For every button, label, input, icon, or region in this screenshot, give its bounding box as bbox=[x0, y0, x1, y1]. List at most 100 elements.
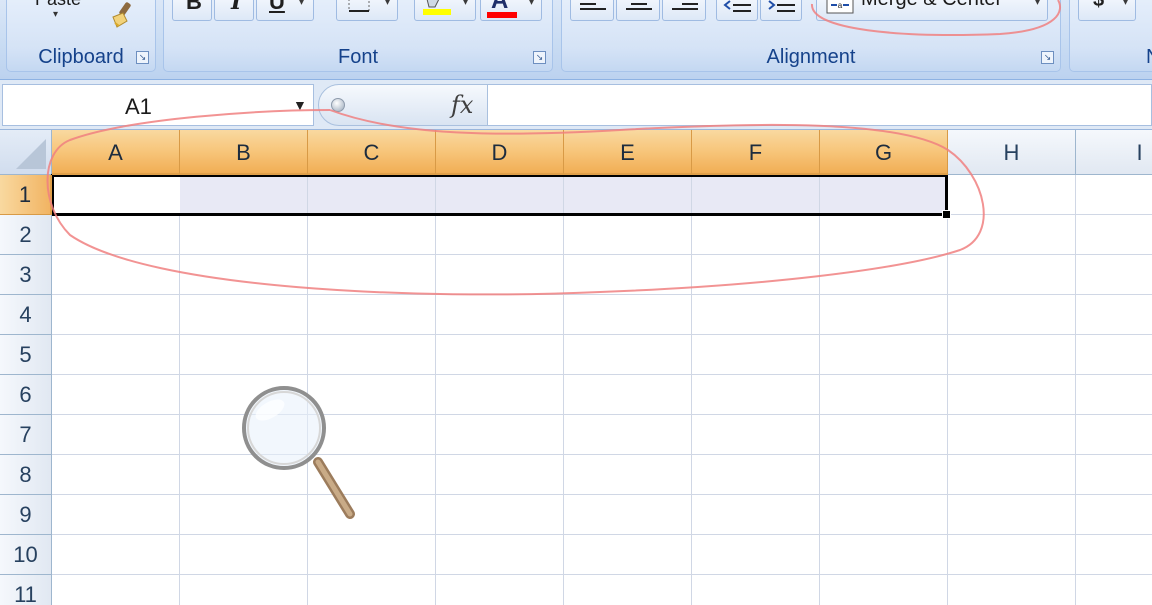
grid-column-line bbox=[691, 175, 692, 605]
column-header-c[interactable]: C bbox=[308, 130, 436, 175]
currency-button[interactable]: $ ▾ bbox=[1078, 0, 1136, 21]
align-right-icon bbox=[672, 3, 698, 10]
grid-column-line bbox=[179, 175, 180, 605]
select-all-triangle-icon bbox=[16, 139, 46, 169]
borders-button[interactable]: ▾ bbox=[336, 0, 398, 21]
grid-column-line bbox=[563, 175, 564, 605]
borders-icon bbox=[348, 0, 370, 12]
underline-button[interactable]: U ▾ bbox=[256, 0, 314, 21]
italic-button[interactable]: I bbox=[214, 0, 254, 21]
formula-bar-controls: fx bbox=[318, 84, 488, 126]
paste-brush-icon bbox=[112, 2, 131, 28]
name-box[interactable]: A1 ▼ bbox=[2, 84, 314, 126]
merge-center-dropdown-icon[interactable]: ▾ bbox=[1035, 0, 1040, 8]
name-box-value: A1 bbox=[125, 94, 152, 119]
underline-dropdown-icon[interactable]: ▾ bbox=[299, 0, 304, 8]
grid-row-line bbox=[52, 534, 1152, 535]
font-color-button[interactable]: A ▾ bbox=[480, 0, 542, 21]
row-header-7[interactable]: 7 bbox=[0, 415, 52, 455]
font-color-dropdown-icon[interactable]: ▾ bbox=[529, 0, 534, 8]
grid-column-line bbox=[435, 175, 436, 605]
grid-row-line bbox=[52, 374, 1152, 375]
ribbon: Paste ▾ Clipboard ↘ B I U ▾ bbox=[0, 0, 1152, 80]
fill-color-dropdown-icon[interactable]: ▾ bbox=[463, 0, 468, 8]
merge-center-button[interactable]: a Merge & Center ▾ bbox=[816, 0, 1048, 21]
font-group-label: Font bbox=[337, 46, 379, 68]
formula-bar: A1 ▼ fx bbox=[0, 80, 1152, 130]
grid-row-line bbox=[52, 294, 1152, 295]
column-header-f[interactable]: F bbox=[692, 130, 820, 175]
row-header-11[interactable]: 11 bbox=[0, 575, 52, 605]
align-center-icon bbox=[626, 3, 652, 10]
svg-text:a: a bbox=[838, 1, 843, 10]
grid-column-line bbox=[307, 175, 308, 605]
fill-color-button[interactable]: ▾ bbox=[414, 0, 476, 21]
grid-column-line bbox=[819, 175, 820, 605]
font-color-bar bbox=[487, 12, 517, 18]
grid-column-line bbox=[1075, 175, 1076, 605]
selection-border bbox=[51, 174, 948, 216]
formula-input[interactable] bbox=[488, 84, 1152, 126]
currency-dropdown-icon[interactable]: ▾ bbox=[1123, 0, 1128, 8]
worksheet-grid[interactable]: A B C D E F G H I 1 2 3 4 5 6 7 8 9 10 1… bbox=[0, 130, 1152, 605]
align-left-icon bbox=[580, 3, 606, 10]
italic-glyph: I bbox=[231, 0, 242, 15]
borders-dropdown-icon[interactable]: ▾ bbox=[385, 0, 390, 8]
fx-icon[interactable]: fx bbox=[451, 91, 473, 119]
select-all-button[interactable] bbox=[0, 130, 52, 175]
column-header-h[interactable]: H bbox=[948, 130, 1076, 175]
underline-glyph: U bbox=[269, 0, 285, 14]
fill-bucket-icon bbox=[423, 0, 451, 15]
paste-button[interactable]: Paste ▾ bbox=[31, 0, 91, 31]
font-launcher-icon[interactable]: ↘ bbox=[533, 51, 546, 64]
fill-handle[interactable] bbox=[942, 210, 951, 219]
row-header-9[interactable]: 9 bbox=[0, 495, 52, 535]
row-header-2[interactable]: 2 bbox=[0, 215, 52, 255]
row-header-10[interactable]: 10 bbox=[0, 535, 52, 575]
row-header-1[interactable]: 1 bbox=[0, 175, 52, 215]
grid-row-line bbox=[52, 254, 1152, 255]
alignment-group-label: Alignment bbox=[766, 46, 856, 68]
column-header-a[interactable]: A bbox=[52, 130, 180, 175]
increase-indent-icon bbox=[768, 0, 795, 12]
grid-row-line bbox=[52, 574, 1152, 575]
alignment-group: a Merge & Center ▾ Alignment ↘ bbox=[561, 0, 1061, 72]
clipboard-group: Paste ▾ Clipboard ↘ bbox=[6, 0, 156, 72]
grid-row-line bbox=[52, 454, 1152, 455]
column-header-b[interactable]: B bbox=[180, 130, 308, 175]
decrease-indent-icon bbox=[723, 0, 751, 12]
column-header-d[interactable]: D bbox=[436, 130, 564, 175]
grid-row-line bbox=[52, 414, 1152, 415]
align-left-button[interactable] bbox=[570, 0, 614, 21]
column-header-e[interactable]: E bbox=[564, 130, 692, 175]
decrease-indent-button[interactable] bbox=[716, 0, 758, 21]
row-header-3[interactable]: 3 bbox=[0, 255, 52, 295]
paste-dropdown-icon[interactable]: ▾ bbox=[53, 9, 58, 20]
name-box-dropdown-icon[interactable]: ▼ bbox=[293, 97, 307, 113]
row-header-8[interactable]: 8 bbox=[0, 455, 52, 495]
clipboard-launcher-icon[interactable]: ↘ bbox=[136, 51, 149, 64]
number-group-label: N bbox=[1070, 46, 1152, 68]
bold-button[interactable]: B bbox=[172, 0, 212, 21]
increase-indent-button[interactable] bbox=[760, 0, 802, 21]
column-header-i[interactable]: I bbox=[1076, 130, 1152, 175]
row-header-6[interactable]: 6 bbox=[0, 375, 52, 415]
row-header-4[interactable]: 4 bbox=[0, 295, 52, 335]
format-painter-button[interactable] bbox=[107, 1, 141, 28]
merge-center-label: Merge & Center bbox=[861, 0, 1002, 11]
clipboard-group-label: Clipboard bbox=[38, 46, 124, 68]
align-right-button[interactable] bbox=[662, 0, 706, 21]
row-header-5[interactable]: 5 bbox=[0, 335, 52, 375]
grid-row-line bbox=[52, 494, 1152, 495]
number-group: $ ▾ N bbox=[1069, 0, 1152, 72]
merge-center-icon: a bbox=[826, 0, 854, 14]
align-center-button[interactable] bbox=[616, 0, 660, 21]
formula-bar-resize-handle[interactable] bbox=[331, 98, 345, 112]
currency-glyph: $ bbox=[1093, 0, 1105, 11]
grid-column-line bbox=[947, 175, 948, 605]
alignment-launcher-icon[interactable]: ↘ bbox=[1041, 51, 1054, 64]
font-group: B I U ▾ ▾ ▾ A ▾ Font ↘ bbox=[163, 0, 553, 72]
bold-glyph: B bbox=[186, 0, 202, 14]
grid-row-line bbox=[52, 334, 1152, 335]
column-header-g[interactable]: G bbox=[820, 130, 948, 175]
